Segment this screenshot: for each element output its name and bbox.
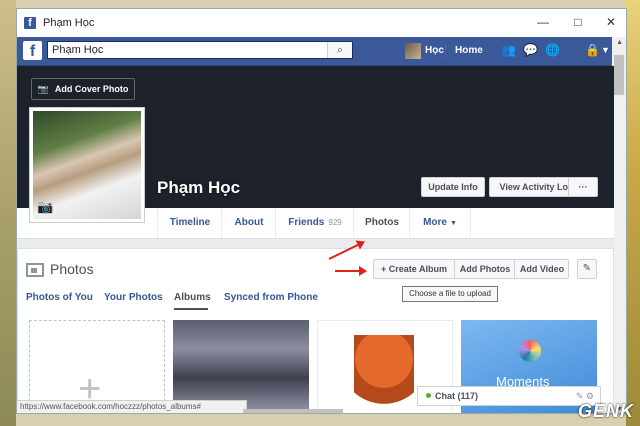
add-video-button[interactable]: Add Video — [514, 260, 569, 278]
photos-title[interactable]: Photos — [50, 261, 94, 277]
search-box: ⌕ — [47, 41, 353, 59]
status-bar-url: https://www.facebook.com/hoczzz/photos_a… — [17, 400, 247, 413]
nav-profile-link[interactable]: Học — [425, 45, 444, 56]
subtab-photos-of-you[interactable]: Photos of You — [26, 292, 93, 303]
vertical-scrollbar[interactable]: ▲ ▼ — [612, 37, 626, 413]
more-options-button[interactable]: ··· — [568, 177, 598, 197]
facebook-favicon-icon: f — [24, 17, 36, 29]
chat-bar[interactable]: Chat (117) ✎ ⚙ — [417, 386, 601, 406]
close-icon[interactable]: ✕ — [597, 13, 625, 31]
update-info-button[interactable]: Update Info — [421, 177, 485, 197]
title-bar: f Phạm Học — □ ✕ — [17, 9, 626, 37]
tab-friends[interactable]: Friends 929 — [275, 208, 354, 238]
profile-picture[interactable]: 📷 — [29, 107, 145, 223]
friends-count: 929 — [328, 218, 342, 227]
friend-requests-icon[interactable]: 👥 — [501, 43, 516, 57]
nav-divider — [445, 43, 446, 59]
add-photos-button[interactable]: Add Photos — [454, 260, 515, 278]
moments-logo-icon — [519, 340, 541, 362]
chat-label: Chat (117) — [435, 391, 479, 401]
subtab-synced-from-phone[interactable]: Synced from Phone — [224, 292, 318, 303]
desktop-background-left — [0, 0, 16, 426]
tab-more[interactable]: More ▼ — [409, 208, 471, 238]
privacy-lock-icon[interactable]: 🔒 — [585, 43, 600, 57]
camera-icon: 📷 — [37, 84, 49, 94]
minimize-icon[interactable]: — — [529, 13, 557, 31]
profile-page: 📷 Add Cover Photo Phạm Học Update Info Vi… — [17, 66, 614, 413]
genk-watermark: GENK — [577, 401, 634, 421]
desktop-background-right — [626, 0, 640, 426]
online-status-icon — [426, 393, 431, 398]
add-cover-label: Add Cover Photo — [54, 84, 129, 94]
tab-timeline[interactable]: Timeline — [157, 208, 222, 238]
browser-window: f Phạm Học — □ ✕ f ⌕ Học Home 👥 💬 🌐 🔒 ▼ … — [16, 8, 627, 414]
edit-pencil-icon[interactable]: ✎ — [577, 259, 597, 279]
maximize-icon[interactable]: □ — [564, 13, 592, 31]
nav-home-link[interactable]: Home — [455, 45, 483, 56]
tab-label: About — [234, 217, 264, 228]
upload-tooltip: Choose a file to upload — [402, 286, 498, 302]
active-subtab-underline — [174, 308, 208, 310]
annotation-arrow — [335, 266, 367, 276]
subtab-your-photos[interactable]: Your Photos — [104, 292, 163, 303]
camera-icon[interactable]: 📷 — [37, 199, 53, 215]
chevron-down-icon: ▼ — [449, 220, 457, 227]
photos-actions: + Create Album Add Photos Add Video — [373, 259, 569, 279]
tab-label: Photos — [365, 217, 399, 228]
messages-icon[interactable]: 💬 — [523, 43, 538, 57]
profile-name[interactable]: Phạm Học — [157, 178, 240, 198]
facebook-top-bar: f ⌕ Học Home 👥 💬 🌐 🔒 ▼ — [17, 37, 614, 66]
scroll-up-icon[interactable]: ▲ — [616, 39, 623, 46]
avatar[interactable] — [405, 43, 421, 59]
horizontal-scrollbar[interactable] — [243, 409, 343, 413]
tab-label: Timeline — [169, 217, 211, 228]
account-menu-chevron-down-icon[interactable]: ▼ — [601, 45, 610, 55]
tab-label: Friends — [288, 217, 325, 228]
notifications-icon[interactable]: 🌐 — [545, 43, 560, 57]
window-title: Phạm Học — [43, 17, 95, 29]
photos-icon — [26, 263, 44, 277]
profile-photo-image: 📷 — [33, 111, 141, 219]
tab-photos[interactable]: Photos — [353, 208, 410, 238]
scrollbar-thumb[interactable] — [614, 55, 624, 95]
search-input[interactable] — [48, 42, 336, 58]
create-album-button[interactable]: + Create Album — [374, 260, 454, 278]
tab-about[interactable]: About — [221, 208, 276, 238]
facebook-logo-icon[interactable]: f — [23, 41, 42, 60]
fox-image — [354, 335, 414, 413]
subtab-albums[interactable]: Albums — [174, 292, 211, 303]
add-cover-photo-button[interactable]: 📷 Add Cover Photo — [31, 78, 135, 100]
tab-label: More — [423, 217, 447, 228]
search-icon[interactable]: ⌕ — [327, 42, 352, 58]
